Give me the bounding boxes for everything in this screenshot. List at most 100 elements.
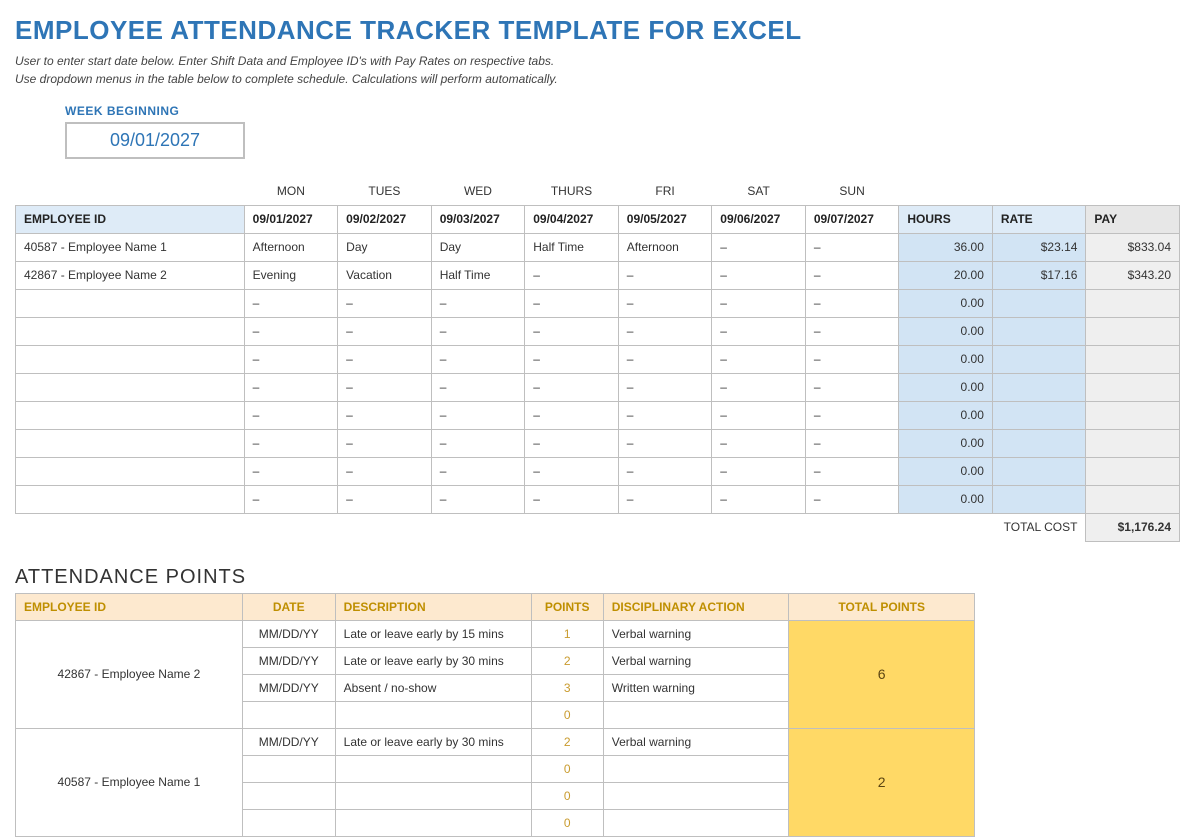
shift-cell[interactable]: – [618, 289, 712, 317]
points-employee-cell[interactable]: 40587 - Employee Name 1 [16, 728, 243, 836]
shift-cell[interactable]: Half Time [431, 261, 525, 289]
shift-cell[interactable]: Afternoon [618, 233, 712, 261]
points-action-cell[interactable]: Verbal warning [603, 647, 789, 674]
shift-cell[interactable]: – [805, 261, 899, 289]
employee-id-cell[interactable] [16, 289, 245, 317]
points-description-cell[interactable] [335, 701, 531, 728]
points-date-cell[interactable] [242, 701, 335, 728]
points-action-cell[interactable] [603, 782, 789, 809]
shift-cell[interactable]: – [712, 429, 806, 457]
shift-cell[interactable]: – [338, 289, 432, 317]
shift-cell[interactable]: – [431, 345, 525, 373]
shift-cell[interactable]: – [805, 345, 899, 373]
shift-cell[interactable]: – [431, 317, 525, 345]
shift-cell[interactable]: – [338, 401, 432, 429]
points-date-cell[interactable] [242, 755, 335, 782]
points-date-cell[interactable]: MM/DD/YY [242, 728, 335, 755]
shift-cell[interactable]: – [712, 233, 806, 261]
shift-cell[interactable]: – [712, 289, 806, 317]
shift-cell[interactable]: – [525, 373, 619, 401]
shift-cell[interactable]: Evening [244, 261, 338, 289]
shift-cell[interactable]: – [618, 429, 712, 457]
shift-cell[interactable]: – [805, 457, 899, 485]
shift-cell[interactable]: – [431, 485, 525, 513]
points-date-cell[interactable] [242, 782, 335, 809]
points-description-cell[interactable]: Late or leave early by 30 mins [335, 647, 531, 674]
shift-cell[interactable]: – [525, 457, 619, 485]
employee-id-cell[interactable] [16, 373, 245, 401]
shift-cell[interactable]: Afternoon [244, 233, 338, 261]
shift-cell[interactable]: Day [338, 233, 432, 261]
points-action-cell[interactable] [603, 755, 789, 782]
shift-cell[interactable]: – [525, 345, 619, 373]
shift-cell[interactable]: – [712, 401, 806, 429]
shift-cell[interactable]: – [525, 261, 619, 289]
points-description-cell[interactable]: Late or leave early by 15 mins [335, 620, 531, 647]
shift-cell[interactable]: – [244, 401, 338, 429]
shift-cell[interactable]: – [712, 485, 806, 513]
points-action-cell[interactable]: Verbal warning [603, 620, 789, 647]
shift-cell[interactable]: – [431, 457, 525, 485]
shift-cell[interactable]: – [244, 317, 338, 345]
employee-id-cell[interactable] [16, 345, 245, 373]
shift-cell[interactable]: – [712, 345, 806, 373]
shift-cell[interactable]: – [805, 317, 899, 345]
shift-cell[interactable]: Half Time [525, 233, 619, 261]
shift-cell[interactable]: Day [431, 233, 525, 261]
shift-cell[interactable]: – [805, 233, 899, 261]
employee-id-cell[interactable] [16, 317, 245, 345]
employee-id-cell[interactable] [16, 401, 245, 429]
shift-cell[interactable]: – [338, 317, 432, 345]
shift-cell[interactable]: – [525, 401, 619, 429]
shift-cell[interactable]: – [805, 401, 899, 429]
employee-id-cell[interactable] [16, 457, 245, 485]
points-description-cell[interactable] [335, 755, 531, 782]
shift-cell[interactable]: – [431, 289, 525, 317]
shift-cell[interactable]: – [712, 373, 806, 401]
shift-cell[interactable]: – [244, 485, 338, 513]
shift-cell[interactable]: Vacation [338, 261, 432, 289]
points-date-cell[interactable]: MM/DD/YY [242, 620, 335, 647]
shift-cell[interactable]: – [618, 345, 712, 373]
points-action-cell[interactable]: Written warning [603, 674, 789, 701]
week-beginning-input[interactable]: 09/01/2027 [65, 122, 245, 159]
shift-cell[interactable]: – [805, 373, 899, 401]
shift-cell[interactable]: – [338, 457, 432, 485]
employee-id-cell[interactable]: 42867 - Employee Name 2 [16, 261, 245, 289]
points-description-cell[interactable]: Late or leave early by 30 mins [335, 728, 531, 755]
shift-cell[interactable]: – [805, 485, 899, 513]
shift-cell[interactable]: – [618, 457, 712, 485]
shift-cell[interactable]: – [525, 485, 619, 513]
points-action-cell[interactable] [603, 701, 789, 728]
shift-cell[interactable]: – [712, 317, 806, 345]
employee-id-cell[interactable]: 40587 - Employee Name 1 [16, 233, 245, 261]
shift-cell[interactable]: – [525, 289, 619, 317]
points-employee-cell[interactable]: 42867 - Employee Name 2 [16, 620, 243, 728]
shift-cell[interactable]: – [244, 457, 338, 485]
shift-cell[interactable]: – [525, 317, 619, 345]
shift-cell[interactable]: – [244, 289, 338, 317]
shift-cell[interactable]: – [338, 345, 432, 373]
points-date-cell[interactable]: MM/DD/YY [242, 674, 335, 701]
points-action-cell[interactable]: Verbal warning [603, 728, 789, 755]
employee-id-cell[interactable] [16, 485, 245, 513]
shift-cell[interactable]: – [618, 401, 712, 429]
shift-cell[interactable]: – [244, 373, 338, 401]
shift-cell[interactable]: – [618, 485, 712, 513]
shift-cell[interactable]: – [338, 429, 432, 457]
shift-cell[interactable]: – [712, 457, 806, 485]
shift-cell[interactable]: – [805, 289, 899, 317]
points-description-cell[interactable] [335, 782, 531, 809]
points-date-cell[interactable] [242, 809, 335, 836]
shift-cell[interactable]: – [618, 261, 712, 289]
shift-cell[interactable]: – [338, 373, 432, 401]
shift-cell[interactable]: – [431, 401, 525, 429]
employee-id-cell[interactable] [16, 429, 245, 457]
shift-cell[interactable]: – [338, 485, 432, 513]
shift-cell[interactable]: – [618, 317, 712, 345]
points-date-cell[interactable]: MM/DD/YY [242, 647, 335, 674]
shift-cell[interactable]: – [525, 429, 619, 457]
shift-cell[interactable]: – [431, 429, 525, 457]
shift-cell[interactable]: – [618, 373, 712, 401]
shift-cell[interactable]: – [805, 429, 899, 457]
